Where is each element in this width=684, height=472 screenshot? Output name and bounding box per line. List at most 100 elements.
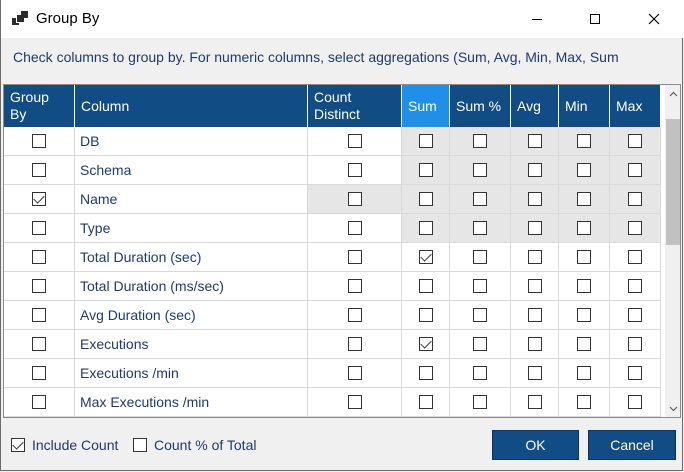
group-by-checkbox[interactable]	[32, 192, 46, 206]
count-distinct-checkbox[interactable]	[347, 337, 362, 351]
max-checkbox[interactable]	[628, 308, 642, 322]
min-checkbox[interactable]	[577, 395, 591, 409]
count-distinct-checkbox[interactable]	[347, 279, 362, 293]
max-checkbox[interactable]	[628, 337, 642, 351]
avg-checkbox[interactable]	[527, 192, 542, 206]
cell-group-by	[4, 214, 75, 243]
sum-checkbox[interactable]	[418, 163, 433, 177]
header-min[interactable]: Min	[559, 85, 610, 127]
avg-checkbox[interactable]	[527, 134, 542, 148]
count-distinct-checkbox[interactable]	[347, 163, 362, 177]
avg-checkbox[interactable]	[527, 163, 542, 177]
count-percent-option[interactable]: Count % of Total	[133, 437, 256, 453]
count-distinct-checkbox[interactable]	[347, 366, 362, 380]
sum-pct-checkbox[interactable]	[473, 395, 487, 409]
ok-button[interactable]: OK	[492, 430, 579, 460]
sum-pct-checkbox[interactable]	[473, 250, 487, 264]
min-checkbox[interactable]	[577, 163, 591, 177]
scrollbar-thumb[interactable]	[666, 119, 680, 245]
header-count-distinct[interactable]: Count Distinct	[308, 85, 402, 127]
vertical-scrollbar[interactable]	[665, 85, 680, 417]
sum-checkbox[interactable]	[418, 134, 433, 148]
sum-pct-checkbox[interactable]	[473, 134, 487, 148]
minimize-icon	[532, 18, 542, 20]
count-distinct-checkbox[interactable]	[347, 221, 362, 235]
header-column[interactable]: Column	[75, 85, 308, 127]
sum-checkbox[interactable]	[418, 279, 433, 293]
include-count-option[interactable]: Include Count	[11, 437, 118, 453]
max-checkbox[interactable]	[628, 395, 642, 409]
min-checkbox[interactable]	[577, 279, 591, 293]
sum-pct-checkbox[interactable]	[473, 337, 487, 351]
include-count-checkbox[interactable]	[11, 438, 25, 452]
close-button[interactable]	[631, 0, 677, 38]
cancel-button[interactable]: Cancel	[588, 430, 676, 460]
min-checkbox[interactable]	[577, 308, 591, 322]
sum-checkbox[interactable]	[418, 221, 433, 235]
sum-checkbox[interactable]	[418, 250, 433, 264]
maximize-button[interactable]	[572, 0, 618, 38]
scroll-down-button[interactable]	[665, 400, 680, 417]
max-checkbox[interactable]	[628, 250, 642, 264]
min-checkbox[interactable]	[577, 134, 591, 148]
header-group-by[interactable]: Group By	[4, 85, 75, 127]
max-checkbox[interactable]	[628, 279, 642, 293]
avg-checkbox[interactable]	[527, 279, 542, 293]
avg-checkbox[interactable]	[527, 221, 542, 235]
avg-checkbox[interactable]	[527, 308, 542, 322]
group-by-checkbox[interactable]	[32, 337, 46, 351]
min-checkbox[interactable]	[577, 366, 591, 380]
cell-min	[559, 214, 610, 243]
max-checkbox[interactable]	[628, 163, 642, 177]
group-by-checkbox[interactable]	[32, 279, 46, 293]
sum-checkbox[interactable]	[418, 192, 433, 206]
scroll-up-button[interactable]	[665, 85, 680, 102]
grid-rows: DB Schema Name Type Total Duration (sec) Tota…	[4, 127, 661, 417]
cell-sum-pct	[450, 388, 511, 417]
max-checkbox[interactable]	[628, 221, 642, 235]
sum-checkbox[interactable]	[418, 337, 433, 351]
max-checkbox[interactable]	[628, 134, 642, 148]
sum-checkbox[interactable]	[418, 395, 433, 409]
sum-pct-checkbox[interactable]	[473, 163, 487, 177]
header-avg[interactable]: Avg	[511, 85, 559, 127]
sum-checkbox[interactable]	[418, 308, 433, 322]
cell-sum-pct	[450, 272, 511, 301]
group-by-checkbox[interactable]	[32, 308, 46, 322]
header-max[interactable]: Max	[610, 85, 661, 127]
minimize-button[interactable]	[514, 0, 560, 38]
group-by-checkbox[interactable]	[32, 395, 46, 409]
avg-checkbox[interactable]	[527, 250, 542, 264]
sum-pct-checkbox[interactable]	[473, 366, 487, 380]
min-checkbox[interactable]	[577, 337, 591, 351]
min-checkbox[interactable]	[577, 192, 591, 206]
max-checkbox[interactable]	[628, 192, 642, 206]
group-by-checkbox[interactable]	[32, 134, 46, 148]
sum-pct-checkbox[interactable]	[473, 192, 487, 206]
count-distinct-checkbox[interactable]	[347, 395, 362, 409]
max-checkbox[interactable]	[628, 366, 642, 380]
sum-pct-checkbox[interactable]	[473, 279, 487, 293]
cell-avg	[511, 272, 559, 301]
sum-pct-checkbox[interactable]	[473, 308, 487, 322]
header-sum-percent[interactable]: Sum %	[450, 85, 511, 127]
cell-sum-pct	[450, 330, 511, 359]
count-distinct-checkbox[interactable]	[347, 250, 362, 264]
group-by-checkbox[interactable]	[32, 221, 46, 235]
count-distinct-checkbox[interactable]	[347, 134, 362, 148]
min-checkbox[interactable]	[577, 221, 591, 235]
group-by-checkbox[interactable]	[32, 250, 46, 264]
group-by-checkbox[interactable]	[32, 163, 46, 177]
min-checkbox[interactable]	[577, 250, 591, 264]
header-sum[interactable]: Sum	[402, 85, 450, 127]
cell-max	[610, 127, 661, 156]
count-distinct-checkbox[interactable]	[347, 308, 362, 322]
avg-checkbox[interactable]	[527, 395, 542, 409]
count-distinct-checkbox[interactable]	[347, 192, 362, 206]
sum-pct-checkbox[interactable]	[473, 221, 487, 235]
avg-checkbox[interactable]	[527, 366, 542, 380]
group-by-checkbox[interactable]	[32, 366, 46, 380]
sum-checkbox[interactable]	[418, 366, 433, 380]
count-percent-total-checkbox[interactable]	[133, 438, 147, 452]
avg-checkbox[interactable]	[527, 337, 542, 351]
